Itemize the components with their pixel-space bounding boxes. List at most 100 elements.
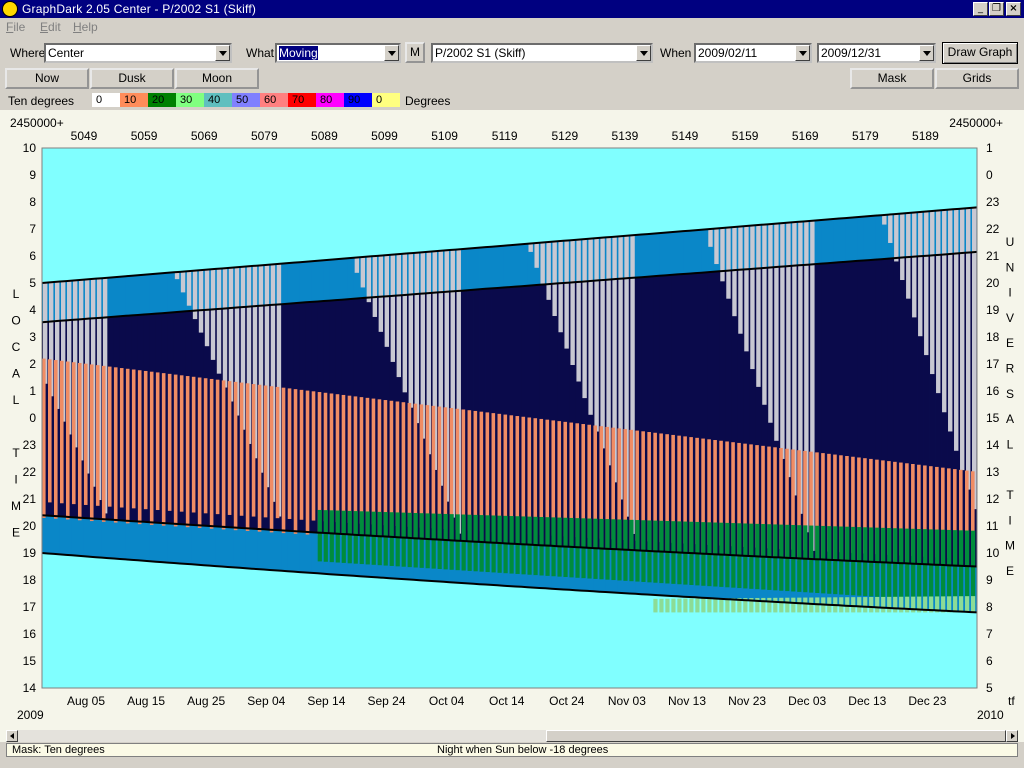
left-hour-tick: 8 [29, 195, 36, 209]
moonlight-bar [948, 209, 953, 432]
right-axis-letter: N [1006, 260, 1015, 274]
year-start-label: 2009 [17, 708, 44, 722]
menu-file[interactable]: File [6, 20, 25, 34]
right-hour-tick: 21 [986, 249, 1000, 263]
moonlight-bar [564, 240, 569, 349]
restore-icon[interactable]: ❐ [989, 2, 1004, 16]
twilight-cell [815, 220, 822, 265]
where-select[interactable]: Center [44, 43, 232, 63]
twilight-cell [635, 235, 642, 278]
visibility-chart[interactable]: 2450000+ 2450000+5049 5059 5069 5079 5089 5099… [0, 110, 1024, 730]
moonlight-bar [360, 257, 366, 288]
left-hour-tick: 2 [29, 357, 36, 371]
menu-edit[interactable]: Edit [40, 20, 61, 34]
twilight-cell [197, 525, 205, 565]
twilight-cell [173, 523, 181, 564]
altitude-20-bar [395, 512, 400, 567]
altitude-20-bar [461, 514, 466, 571]
altitude-30-bar [803, 597, 808, 613]
altitude-10-bar [95, 365, 100, 506]
altitude-30-bar [773, 597, 778, 613]
date-tick-label: Oct 04 [429, 694, 465, 708]
altitude-10-bar [155, 372, 160, 511]
horizontal-scrollbar[interactable] [6, 730, 1018, 742]
altitude-10-bar [113, 367, 118, 523]
end-date-select[interactable]: 2009/12/31 [817, 43, 936, 63]
twilight-cell [467, 248, 474, 291]
moonlight-bar [174, 272, 180, 280]
legend-swatch-label: 10 [124, 94, 137, 106]
left-hour-tick: 0 [29, 411, 36, 425]
moonlight-bar [366, 256, 372, 303]
altitude-10-bar [347, 395, 352, 523]
twilight-cell [191, 524, 199, 565]
altitude-20-bar [503, 515, 508, 574]
moonlight-bar [894, 214, 899, 262]
twilight-cell [701, 229, 708, 273]
twilight-cell [347, 258, 355, 300]
moonlight-bar [396, 254, 402, 378]
altitude-30-bar [767, 597, 772, 613]
altitude-20-bar [497, 515, 502, 573]
moonlight-bar [936, 210, 941, 394]
altitude-10-bar [42, 358, 46, 518]
moon-button[interactable]: Moon [175, 68, 259, 89]
altitude-10-bar [83, 363, 88, 505]
legend-swatch-label: 0 [96, 94, 103, 106]
altitude-30-bar [953, 596, 958, 613]
altitude-30-bar [653, 598, 658, 613]
twilight-cell [299, 262, 307, 303]
altitude-20-bar [455, 514, 460, 571]
altitude-10-bar [65, 361, 70, 520]
mask-button[interactable]: Mask [850, 68, 934, 89]
status-bar: Mask: Ten degrees Night when Sun below -… [6, 743, 1018, 757]
draw-graph-button[interactable]: Draw Graph [942, 42, 1018, 64]
grids-button[interactable]: Grids [935, 68, 1019, 89]
object-select[interactable]: P/2002 S1 (Skiff) [431, 43, 653, 63]
left-hour-tick: 15 [23, 654, 37, 668]
right-axis-letter: M [1005, 539, 1015, 553]
menu-help[interactable]: Help [73, 20, 98, 34]
now-button[interactable]: Now [5, 68, 89, 89]
dusk-button[interactable]: Dusk [90, 68, 174, 89]
moonlight-bar [582, 239, 587, 399]
twilight-cell [473, 248, 480, 290]
altitude-20-bar [407, 512, 412, 568]
twilight-cell [233, 527, 241, 568]
twilight-cell [125, 276, 133, 316]
scroll-right-icon[interactable] [1006, 730, 1018, 742]
chevron-down-icon [636, 45, 651, 61]
legend-swatch: 20 [148, 93, 176, 107]
altitude-10-bar [479, 411, 484, 532]
scroll-left-icon[interactable] [6, 730, 18, 742]
twilight-cell [77, 517, 85, 556]
what-select[interactable]: Moving [275, 43, 401, 63]
date-tick-label: Nov 23 [728, 694, 766, 708]
moonlight-bar [732, 227, 737, 317]
scroll-thumb[interactable] [546, 730, 1006, 742]
twilight-cell [647, 234, 654, 277]
altitude-20-bar [515, 516, 520, 574]
right-hour-tick: 15 [986, 411, 1000, 425]
altitude-10-bar [263, 385, 268, 518]
minimize-icon[interactable]: _ [973, 2, 988, 16]
altitude-10-bar [455, 408, 460, 530]
right-hour-tick: 7 [986, 627, 993, 641]
moonlight-bar [186, 271, 192, 306]
twilight-cell [323, 260, 331, 301]
altitude-10-bar [359, 397, 364, 524]
altitude-10-bar [407, 402, 412, 527]
moonlight-bar [900, 213, 905, 281]
close-icon[interactable]: × [1006, 2, 1021, 16]
legend-swatch: 90 [344, 93, 372, 107]
twilight-cell [137, 275, 145, 315]
moonlight-bar [780, 223, 785, 459]
legend-swatch-label: 50 [236, 94, 249, 106]
m-button[interactable]: M [405, 42, 425, 63]
twilight-cell [863, 216, 870, 261]
start-date-select[interactable]: 2009/02/11 [694, 43, 812, 63]
moonlight-bar [930, 211, 935, 375]
date-tick-label: Aug 15 [127, 694, 165, 708]
altitude-10-bar [335, 394, 340, 523]
left-hour-tick: 7 [29, 222, 36, 236]
